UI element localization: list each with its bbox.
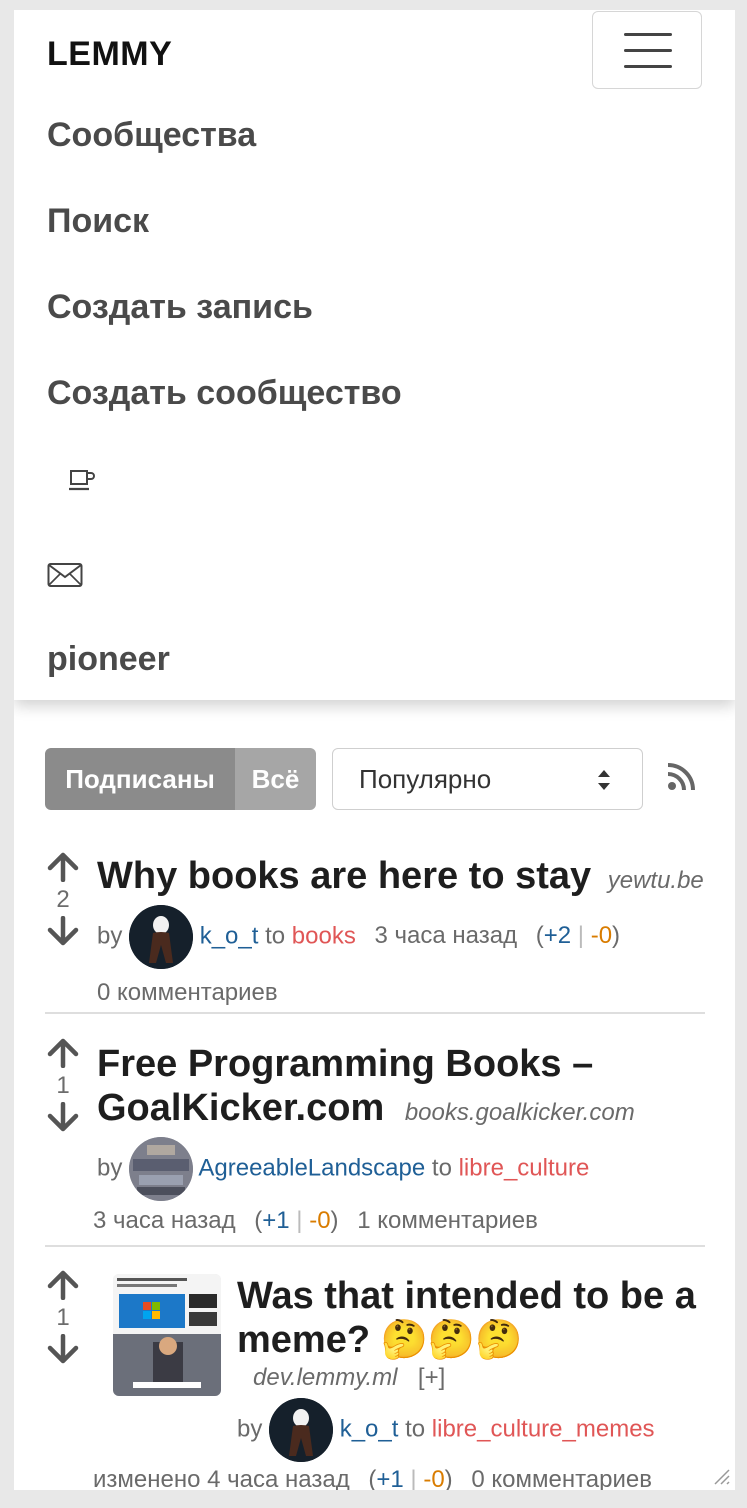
sort-select[interactable]: Популярно: [332, 748, 643, 810]
post-title[interactable]: Why books are here to stay: [97, 855, 591, 897]
post-body: Free Programming Books – GoalKicker.com …: [93, 1042, 707, 1235]
to-label: to: [265, 922, 286, 950]
post-comments-link[interactable]: 0 комментариев: [471, 1466, 652, 1490]
post-title-line: Free Programming Books –: [97, 1043, 594, 1085]
by-label: by: [97, 1154, 123, 1182]
post-title-line: Was that intended to be a: [237, 1275, 696, 1317]
post-score: 2: [56, 886, 70, 913]
post-body: Was that intended to be a meme? 🤔🤔🤔 dev.…: [237, 1274, 707, 1462]
resize-handle-icon[interactable]: [709, 1464, 731, 1486]
by-label: by: [237, 1415, 263, 1443]
hamburger-line: [624, 33, 672, 36]
upvote-icon[interactable]: [45, 852, 81, 882]
by-label: by: [97, 922, 123, 950]
chevron-updown-icon: [598, 770, 610, 790]
mail-icon[interactable]: [47, 562, 83, 593]
expand-toggle[interactable]: [+]: [418, 1364, 445, 1391]
post-vote-tally: (+1 | -0): [254, 1207, 339, 1234]
post-community-link[interactable]: libre_culture: [459, 1154, 590, 1181]
post-divider: [45, 1245, 705, 1247]
post-meta-line2: 3 часа назад (+1 | -0) 1 комментариев: [93, 1207, 707, 1235]
nav-search[interactable]: Поиск: [47, 202, 149, 241]
hamburger-line: [624, 49, 672, 52]
nav-create-post[interactable]: Создать запись: [47, 288, 313, 327]
vote-column: 1: [45, 1038, 81, 1132]
downvote-icon[interactable]: [45, 916, 81, 946]
post-domain[interactable]: dev.lemmy.ml: [253, 1364, 397, 1391]
to-label: to: [431, 1154, 452, 1182]
post-author-link[interactable]: AgreeableLandscape: [198, 1154, 425, 1181]
post-title-line: GoalKicker.com: [97, 1087, 385, 1129]
post-score: 1: [56, 1304, 70, 1331]
nav-communities[interactable]: Сообщества: [47, 116, 256, 155]
post-domain[interactable]: yewtu.be: [608, 867, 704, 894]
nav-user-profile[interactable]: pioneer: [47, 640, 170, 679]
post-listing: 1 Was that intended to be a meme? 🤔🤔🤔 de…: [45, 1260, 705, 1490]
hamburger-line: [624, 65, 672, 68]
brand-logo[interactable]: LEMMY: [47, 35, 172, 74]
post-vote-tally: (+2 | -0): [535, 922, 621, 950]
nav-create-community[interactable]: Создать сообщество: [47, 374, 402, 413]
browser-viewport: LEMMY Сообщества Поиск Создать запись Со…: [14, 10, 735, 1490]
downvote-icon[interactable]: [45, 1334, 81, 1364]
post-vote-tally: (+1 | -0): [368, 1466, 453, 1490]
navbar: LEMMY Сообщества Поиск Создать запись Со…: [14, 10, 735, 700]
post-meta: by k_o_t to libre_culture_memes: [237, 1398, 707, 1462]
post-meta-line2: изменено 4 часа назад (+1 | -0) 0 коммен…: [93, 1466, 652, 1490]
coffee-icon[interactable]: [68, 468, 96, 499]
upvote-icon[interactable]: [45, 1038, 81, 1068]
sort-select-value: Популярно: [359, 763, 492, 794]
post-meta: by AgreeableLandscape to libre_culture: [97, 1137, 707, 1201]
post-comments-link[interactable]: 1 комментариев: [357, 1207, 538, 1234]
menu-toggle-button[interactable]: [592, 11, 702, 89]
post-comments-link[interactable]: 0 комментариев: [97, 979, 707, 1007]
avatar[interactable]: [129, 1137, 194, 1201]
all-button[interactable]: Всё: [235, 748, 316, 810]
post-time: 3 часа назад: [374, 922, 518, 950]
listing-type-toggle: Подписаны Всё: [45, 748, 316, 810]
upvote-icon[interactable]: [45, 1270, 81, 1300]
post-divider: [45, 1012, 705, 1014]
post-domain-row: dev.lemmy.ml [+]: [253, 1364, 707, 1392]
avatar[interactable]: [129, 905, 194, 969]
downvote-icon[interactable]: [45, 1102, 81, 1132]
post-title[interactable]: Was that intended to be a meme? 🤔🤔🤔: [237, 1274, 707, 1362]
post-listing: 2 Why books are here to stay yewtu.be by…: [45, 840, 705, 1006]
post-score: 1: [56, 1072, 70, 1099]
to-label: to: [405, 1415, 426, 1443]
post-community-link[interactable]: libre_culture_memes: [432, 1415, 655, 1442]
post-title-line: meme? 🤔🤔🤔: [237, 1319, 523, 1361]
post-time: 3 часа назад: [93, 1207, 236, 1234]
post-thumbnail[interactable]: [113, 1274, 221, 1396]
post-meta: by k_o_t to books 3 часа назад (+2 | -0): [97, 905, 707, 969]
post-title[interactable]: Free Programming Books – GoalKicker.com …: [97, 1042, 707, 1135]
post-author-link[interactable]: k_o_t: [340, 1415, 399, 1442]
post-time: изменено 4 часа назад: [93, 1466, 350, 1490]
vote-column: 1: [45, 1270, 81, 1364]
subscribed-button[interactable]: Подписаны: [45, 748, 235, 810]
post-author-link[interactable]: k_o_t: [200, 922, 259, 949]
post-domain[interactable]: books.goalkicker.com: [405, 1099, 635, 1126]
post-body: Why books are here to stay yewtu.be by k…: [97, 854, 707, 1007]
avatar[interactable]: [269, 1398, 334, 1462]
vote-column: 2: [45, 852, 81, 946]
post-listing: 1 Free Programming Books – GoalKicker.co…: [45, 1028, 705, 1238]
rss-icon[interactable]: [667, 763, 695, 791]
post-community-link[interactable]: books: [292, 922, 356, 949]
